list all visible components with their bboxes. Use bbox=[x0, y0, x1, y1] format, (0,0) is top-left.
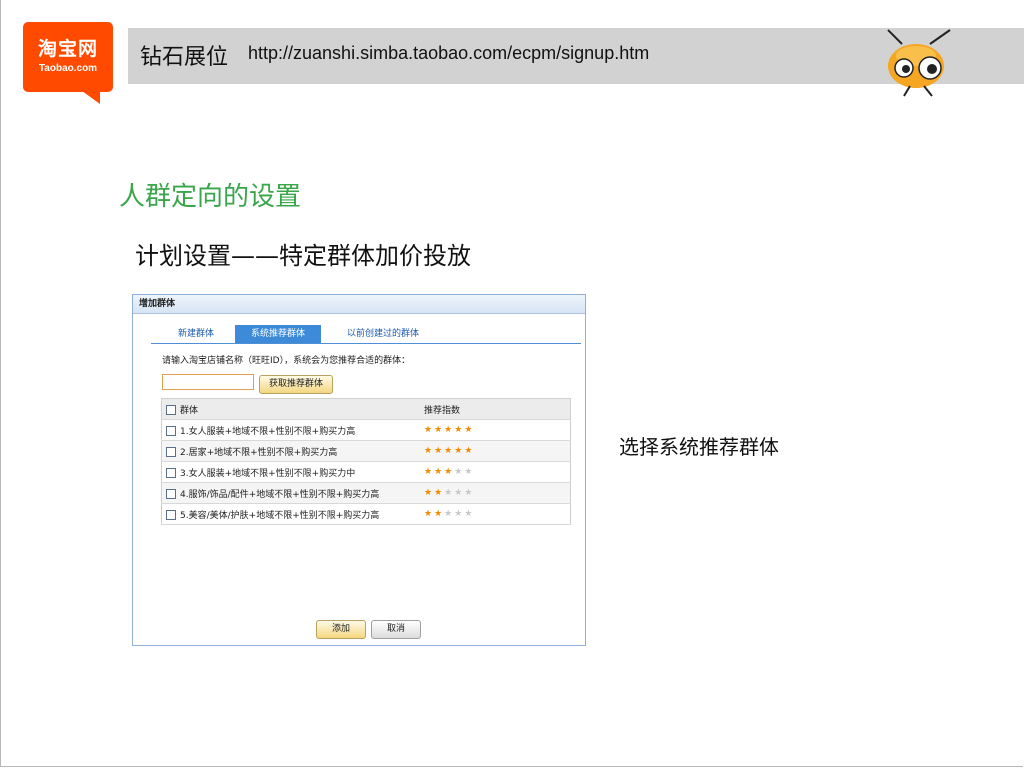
row-checkbox[interactable] bbox=[166, 447, 176, 457]
recommend-stars: ★★★★★ bbox=[424, 440, 571, 462]
group-label: 4.服饰/饰品/配件+地域不限+性别不限+购买力高 bbox=[180, 489, 380, 500]
row-checkbox[interactable] bbox=[166, 426, 176, 436]
star-icon: ★ bbox=[434, 425, 445, 435]
recommend-stars: ★★★★★ bbox=[424, 461, 571, 483]
star-icon: ★ bbox=[434, 467, 445, 477]
add-group-dialog: 增加群体 新建群体 系统推荐群体 以前创建过的群体 请输入淘宝店铺名称（旺旺ID… bbox=[132, 294, 586, 646]
dialog-tabs: 新建群体 系统推荐群体 以前创建过的群体 bbox=[151, 325, 581, 344]
subtitle: 计划设置——特定群体加价投放 bbox=[135, 242, 471, 270]
star-icon: ★ bbox=[424, 425, 435, 435]
table-row[interactable]: 2.居家+地域不限+性别不限+购买力高 ★★★★★ bbox=[161, 440, 571, 462]
star-icon: ★ bbox=[464, 509, 475, 519]
star-icon: ★ bbox=[454, 425, 465, 435]
cancel-button[interactable]: 取消 bbox=[371, 620, 421, 639]
select-all-checkbox[interactable] bbox=[166, 405, 176, 415]
star-icon: ★ bbox=[424, 509, 435, 519]
star-icon: ★ bbox=[464, 425, 475, 435]
star-icon: ★ bbox=[454, 467, 465, 477]
taobao-logo: 淘宝网 Taobao.com bbox=[23, 22, 113, 92]
recommend-stars: ★★★★★ bbox=[424, 503, 571, 525]
star-icon: ★ bbox=[434, 488, 445, 498]
group-table: 群体 推荐指数 1.女人服装+地域不限+性别不限+购买力高 ★★★★★ 2.居家+地… bbox=[161, 398, 571, 525]
star-icon: ★ bbox=[444, 488, 455, 498]
header-recommend-index: 推荐指数 bbox=[424, 398, 571, 420]
shop-name-prompt: 请输入淘宝店铺名称（旺旺ID），系统会为您推荐合适的群体： bbox=[162, 356, 411, 366]
ant-mascot-icon bbox=[887, 29, 951, 97]
star-icon: ★ bbox=[424, 488, 435, 498]
star-icon: ★ bbox=[434, 446, 445, 456]
recommend-stars: ★★★★★ bbox=[424, 482, 571, 504]
star-icon: ★ bbox=[454, 446, 465, 456]
header-title: 钻石展位 bbox=[140, 45, 229, 70]
star-icon: ★ bbox=[444, 467, 455, 477]
logo-text-en: Taobao.com bbox=[38, 63, 98, 74]
group-label: 1.女人服装+地域不限+性别不限+购买力高 bbox=[180, 426, 356, 437]
header-url[interactable]: http://zuanshi.simba.taobao.com/ecpm/sig… bbox=[248, 43, 649, 64]
table-row[interactable]: 4.服饰/饰品/配件+地域不限+性别不限+购买力高 ★★★★★ bbox=[161, 482, 571, 504]
star-icon: ★ bbox=[444, 425, 455, 435]
star-icon: ★ bbox=[464, 446, 475, 456]
star-icon: ★ bbox=[444, 446, 455, 456]
recommend-stars: ★★★★★ bbox=[424, 419, 571, 441]
group-label: 5.美容/美体/护肤+地域不限+性别不限+购买力高 bbox=[180, 510, 380, 521]
table-row[interactable]: 1.女人服装+地域不限+性别不限+购买力高 ★★★★★ bbox=[161, 419, 571, 441]
star-icon: ★ bbox=[444, 509, 455, 519]
tab-previous-group[interactable]: 以前创建过的群体 bbox=[333, 325, 433, 343]
star-icon: ★ bbox=[454, 509, 465, 519]
header-group: 群体 bbox=[180, 405, 199, 416]
star-icon: ★ bbox=[464, 488, 475, 498]
row-checkbox[interactable] bbox=[166, 468, 176, 478]
logo-tail bbox=[78, 88, 100, 104]
logo-text-cn: 淘宝网 bbox=[37, 38, 98, 60]
star-icon: ★ bbox=[434, 509, 445, 519]
table-header-row: 群体 推荐指数 bbox=[161, 398, 571, 420]
tab-recommended-group[interactable]: 系统推荐群体 bbox=[235, 325, 321, 343]
section-title: 人群定向的设置 bbox=[119, 182, 302, 212]
side-note: 选择系统推荐群体 bbox=[619, 435, 779, 459]
add-button[interactable]: 添加 bbox=[316, 620, 366, 639]
group-label: 3.女人服装+地域不限+性别不限+购买力中 bbox=[180, 468, 356, 479]
shop-name-input[interactable] bbox=[162, 374, 254, 390]
star-icon: ★ bbox=[424, 446, 435, 456]
table-row[interactable]: 3.女人服装+地域不限+性别不限+购买力中 ★★★★★ bbox=[161, 461, 571, 483]
table-row[interactable]: 5.美容/美体/护肤+地域不限+性别不限+购买力高 ★★★★★ bbox=[161, 503, 571, 525]
row-checkbox[interactable] bbox=[166, 489, 176, 499]
group-label: 2.居家+地域不限+性别不限+购买力高 bbox=[180, 447, 338, 458]
dialog-title: 增加群体 bbox=[133, 295, 585, 314]
star-icon: ★ bbox=[424, 467, 435, 477]
fetch-recommended-button[interactable]: 获取推荐群体 bbox=[259, 375, 333, 394]
star-icon: ★ bbox=[464, 467, 475, 477]
star-icon: ★ bbox=[454, 488, 465, 498]
tab-new-group[interactable]: 新建群体 bbox=[161, 325, 231, 343]
row-checkbox[interactable] bbox=[166, 510, 176, 520]
